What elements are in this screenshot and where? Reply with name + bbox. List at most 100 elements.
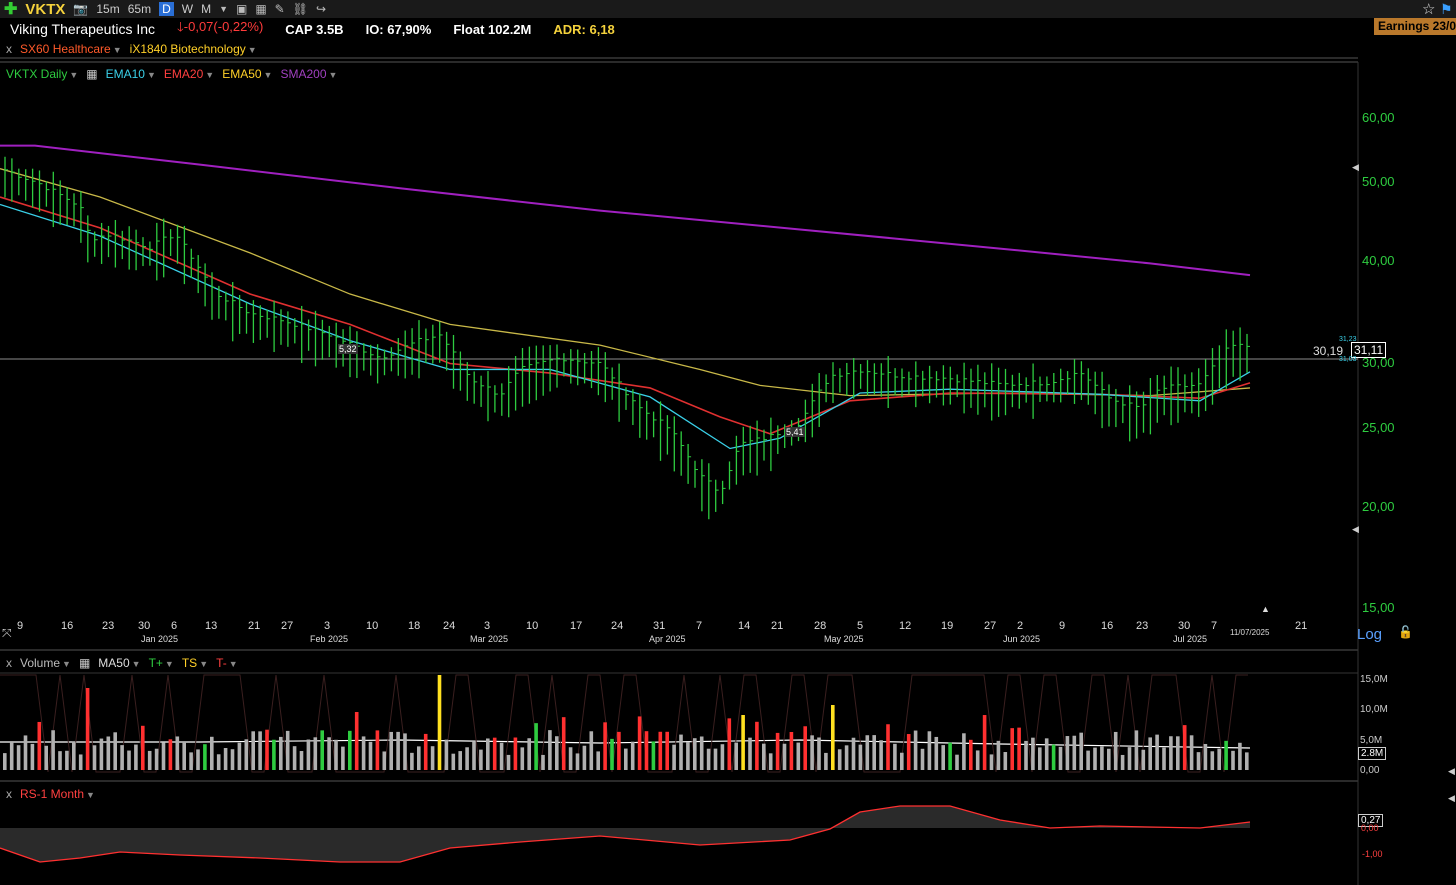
- legend-ts[interactable]: TS ▼: [182, 656, 208, 670]
- price-bar: [1025, 377, 1030, 403]
- close-icon[interactable]: x: [6, 656, 12, 670]
- volume-bar: [417, 746, 421, 770]
- price-bar: [970, 368, 974, 408]
- volume-bar: [354, 712, 359, 770]
- volume-bar: [375, 730, 380, 770]
- legend-tplus[interactable]: T+ ▼: [149, 656, 174, 670]
- price-bar: [45, 181, 50, 207]
- camera-icon[interactable]: 📷: [73, 2, 88, 16]
- chevron-down-icon[interactable]: ▼: [219, 4, 228, 14]
- scroll-arrow-icon[interactable]: ◀: [1448, 793, 1455, 804]
- share-icon[interactable]: ↪: [316, 2, 326, 16]
- price-bar: [114, 219, 119, 268]
- price-bar: [1122, 396, 1126, 424]
- price-bar: [25, 169, 29, 201]
- date-tick: 27: [984, 620, 997, 632]
- link-icon[interactable]: ⛓: [293, 2, 308, 16]
- volume-bar: [941, 745, 945, 770]
- timeframe-daily[interactable]: D: [159, 2, 174, 16]
- volume-bar: [506, 754, 511, 770]
- symbol-label[interactable]: VKTX: [25, 1, 65, 18]
- company-name: Viking Therapeutics Inc: [10, 21, 156, 37]
- price-bar: [190, 248, 195, 279]
- volume-bar: [672, 744, 676, 770]
- volume-bar: [617, 731, 621, 770]
- chevron-down-icon: ▼: [112, 45, 122, 55]
- volume-bar: [610, 738, 614, 770]
- chart-canvas[interactable]: [0, 0, 1456, 885]
- timeframe-15m[interactable]: 15m: [96, 2, 119, 16]
- price-bar: [646, 400, 650, 440]
- volume-bar: [127, 750, 131, 770]
- chevron-down-icon: ▼: [328, 70, 338, 80]
- price-axis[interactable]: 60,00 50,00 40,00 30,00 25,00 20,00 15,0…: [1351, 62, 1456, 652]
- volume-bar: [741, 715, 745, 770]
- volume-bar: [520, 747, 525, 770]
- volume-bar: [465, 747, 469, 770]
- legend-volume[interactable]: Volume ▼: [20, 656, 71, 670]
- scroll-arrow-icon[interactable]: ◀: [1352, 162, 1359, 173]
- scroll-arrow-icon[interactable]: ◀: [1352, 524, 1359, 535]
- price-bar: [563, 353, 567, 377]
- price-bar: [528, 346, 533, 404]
- volume-bar: [1176, 736, 1180, 770]
- price-bar: [1218, 345, 1223, 389]
- price-bar: [404, 330, 409, 379]
- close-icon[interactable]: x: [6, 787, 12, 801]
- date-axis[interactable]: 9 16 23 30 6 13 21 27 3 10 18 24 3 10 17 24 31 7 14 21 28 5 12…: [0, 620, 1358, 648]
- volume-bar: [927, 731, 932, 770]
- price-bar: [763, 429, 767, 461]
- legend-ema20[interactable]: EMA20 ▼: [164, 67, 214, 81]
- chevron-down-icon: ▼: [228, 659, 238, 669]
- price-bar: [156, 222, 160, 281]
- volume-axis[interactable]: 15,0M 10,0M 5,0M 2.8M 0,00 ◀: [1358, 673, 1456, 781]
- star-icon[interactable]: ☆: [1422, 0, 1435, 18]
- earnings-badge[interactable]: Earnings 23/0: [1374, 18, 1456, 35]
- log-scale-toggle[interactable]: Log: [1357, 626, 1382, 643]
- date-tick: 2: [1017, 620, 1024, 632]
- volume-bar: [196, 749, 200, 770]
- date-tick: 21: [771, 620, 784, 632]
- table-icon[interactable]: ▦: [86, 67, 97, 81]
- price-bar: [880, 363, 885, 397]
- timeframe-weekly[interactable]: W: [182, 2, 193, 16]
- volume-bar: [755, 721, 759, 770]
- volume-bar: [603, 722, 607, 770]
- volume-bar: [120, 745, 124, 770]
- price-bar: [1018, 372, 1023, 409]
- date-tick: 30: [138, 620, 151, 632]
- rs-axis[interactable]: 0,27 0,00 -1,00 ◀: [1358, 781, 1456, 885]
- legend-symbol[interactable]: VKTX Daily ▼: [6, 67, 78, 81]
- lock-icon[interactable]: 🔓: [1398, 625, 1413, 639]
- volume-bar: [444, 739, 449, 770]
- legend-sma200[interactable]: SMA200 ▼: [280, 67, 337, 81]
- legend-tminus[interactable]: T- ▼: [216, 656, 238, 670]
- price-bar: [294, 318, 298, 344]
- legend-ema50[interactable]: EMA50 ▼: [222, 67, 272, 81]
- legend-rs[interactable]: RS-1 Month ▼: [20, 787, 95, 801]
- price-tick: 20,00: [1362, 499, 1395, 514]
- add-symbol-icon[interactable]: ✚: [4, 0, 17, 19]
- sector-label[interactable]: SX60 Healthcare ▼: [20, 42, 122, 56]
- grid-icon[interactable]: ▦: [255, 2, 266, 16]
- close-icon[interactable]: x: [6, 42, 12, 56]
- volume-bar: [1044, 738, 1049, 770]
- price-bar: [839, 368, 843, 393]
- flag-icon[interactable]: ⚑: [1440, 1, 1453, 18]
- scroll-up-icon[interactable]: ▲: [1261, 604, 1270, 614]
- timeframe-65m[interactable]: 65m: [128, 2, 151, 16]
- date-tick: 10: [526, 620, 539, 632]
- chart-type-icon[interactable]: ▣: [236, 2, 247, 16]
- price-bar: [1046, 376, 1050, 402]
- legend-ema10[interactable]: EMA10 ▼: [106, 67, 156, 81]
- volume-bar: [1107, 748, 1111, 770]
- scroll-arrow-icon[interactable]: ◀: [1448, 766, 1455, 777]
- legend-ma50[interactable]: MA50 ▼: [98, 656, 140, 670]
- pencil-icon[interactable]: ✎: [275, 2, 285, 16]
- timeframe-monthly[interactable]: M: [201, 2, 211, 16]
- volume-bar: [341, 746, 345, 770]
- volume-bar: [382, 751, 387, 770]
- industry-label[interactable]: iX1840 Biotechnology ▼: [130, 42, 257, 56]
- table-icon[interactable]: ▦: [79, 656, 90, 670]
- price-bar: [376, 344, 381, 384]
